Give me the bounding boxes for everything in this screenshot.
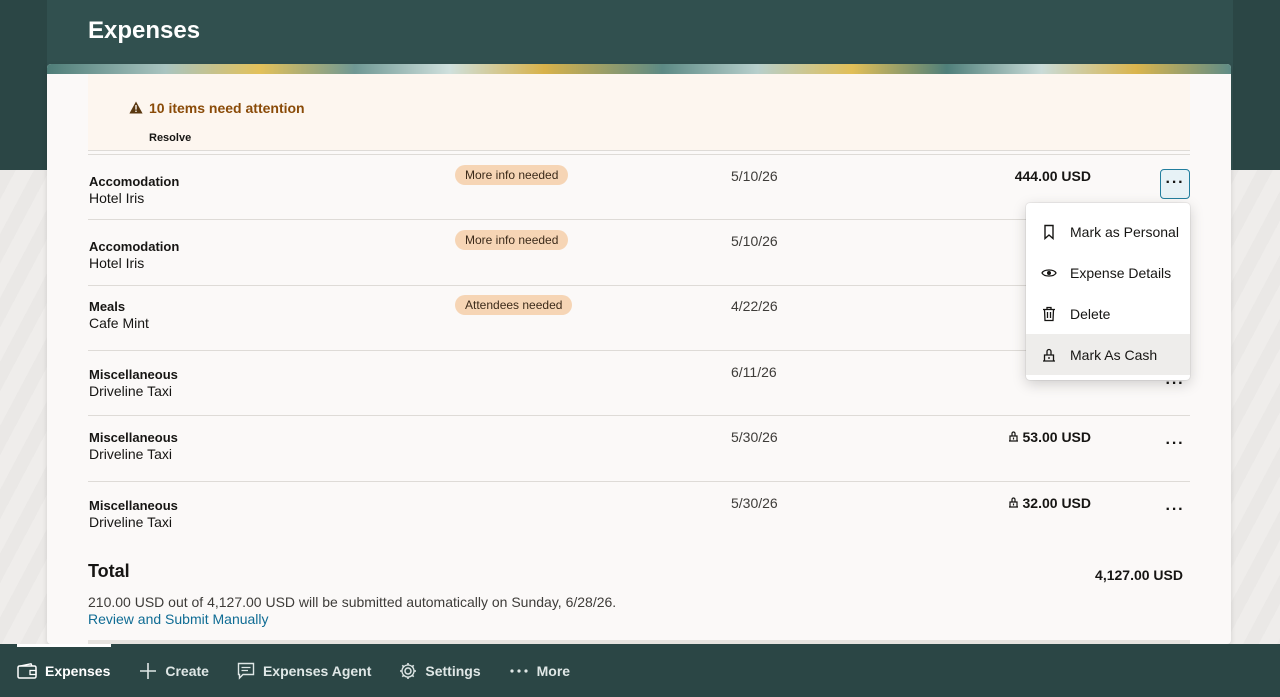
menu-item-delete[interactable]: Delete: [1026, 293, 1190, 334]
status-badge: More info needed: [455, 230, 569, 250]
wallet-icon: [17, 662, 37, 679]
nav-settings[interactable]: Settings: [399, 644, 481, 697]
attention-panel: 10 items need attention Resolve: [88, 74, 1190, 150]
nav-label: Expenses Agent: [262, 662, 372, 679]
expense-amount: 53.00 USD: [1007, 429, 1091, 445]
expense-category: Miscellaneous: [89, 430, 178, 445]
row-actions-button[interactable]: ···: [1160, 169, 1190, 199]
menu-item-label: Mark as Personal: [1070, 223, 1179, 240]
nav-expenses[interactable]: Expenses: [17, 644, 112, 697]
page-title: Expenses: [88, 17, 201, 44]
nav-more[interactable]: More: [509, 644, 570, 697]
nav-create[interactable]: Create: [139, 644, 209, 697]
expense-category: Accomodation: [89, 239, 180, 254]
expense-category: Meals: [89, 299, 126, 314]
expense-merchant: Cafe Mint: [89, 315, 149, 331]
expense-date: 5/30/26: [731, 495, 778, 511]
more-dots-icon: [510, 668, 528, 673]
expense-amount: 444.00 USD: [1015, 168, 1091, 184]
expense-date: 5/10/26: [731, 168, 778, 184]
bookmark-icon: [1044, 224, 1054, 240]
auto-submit-note: 210.00 USD out of 4,127.00 USD will be s…: [88, 594, 617, 610]
resolve-link[interactable]: Resolve: [149, 132, 191, 144]
expense-row[interactable]: Accomodation Hotel Iris More info needed…: [88, 220, 1190, 284]
expense-date: 5/10/26: [731, 233, 778, 249]
expense-row[interactable]: Miscellaneous Driveline Taxi 5/30/26 53.…: [88, 416, 1190, 480]
trash-icon: [1043, 306, 1055, 322]
nav-expenses-agent[interactable]: Expenses Agent: [237, 644, 371, 697]
cash-icon: [1008, 497, 1018, 508]
expense-row[interactable]: Miscellaneous Driveline Taxi 5/30/26 32.…: [88, 482, 1190, 546]
eye-icon: [1041, 269, 1057, 277]
amount-text: 32.00 USD: [1022, 495, 1091, 511]
expense-date: 5/30/26: [731, 429, 778, 445]
row-actions-button[interactable]: ···: [1160, 431, 1190, 461]
menu-item-label: Delete: [1070, 305, 1111, 322]
expense-amount: 32.00 USD: [1007, 495, 1091, 511]
expense-category: Accomodation: [89, 174, 180, 189]
expense-row[interactable]: Miscellaneous Driveline Taxi 6/11/26 1 ·…: [88, 351, 1190, 415]
cash-icon: [1008, 431, 1018, 442]
nav-label: Expenses: [45, 662, 111, 679]
expense-category: Miscellaneous: [89, 367, 178, 382]
card-decorative-banner: [47, 64, 1231, 74]
total-label: Total: [88, 561, 130, 581]
amount-text: 444.00 USD: [1014, 168, 1091, 184]
bottom-navigation: Expenses Create Expenses Agent Settings …: [0, 644, 1280, 697]
header-edge-right: [1233, 0, 1280, 170]
nav-label: More: [536, 662, 571, 679]
amount-text: 53.00 USD: [1022, 429, 1091, 445]
expense-merchant: Driveline Taxi: [89, 514, 172, 530]
nav-label: Create: [165, 662, 209, 679]
row-actions-button[interactable]: ···: [1160, 497, 1190, 527]
row-actions-menu: Mark as Personal Expense Details Delete …: [1026, 203, 1190, 380]
status-badge: More info needed: [455, 165, 569, 185]
menu-item-label: Expense Details: [1070, 264, 1172, 281]
menu-item-label: Mark As Cash: [1070, 346, 1158, 363]
expense-merchant: Driveline Taxi: [89, 383, 172, 399]
expense-category: Miscellaneous: [89, 498, 178, 513]
menu-item-expense-details[interactable]: Expense Details: [1026, 252, 1190, 293]
warning-icon: [129, 101, 143, 114]
expense-merchant: Hotel Iris: [89, 255, 145, 271]
chat-icon: [237, 662, 255, 680]
cash-icon: [1043, 348, 1055, 362]
expense-merchant: Hotel Iris: [89, 190, 145, 206]
menu-item-mark-cash[interactable]: Mark As Cash: [1026, 334, 1190, 375]
status-badge: Attendees needed: [455, 295, 573, 315]
expense-row[interactable]: Meals Cafe Mint Attendees needed 4/22/26…: [88, 286, 1190, 350]
gear-icon: [400, 662, 417, 679]
menu-item-mark-personal[interactable]: Mark as Personal: [1026, 211, 1190, 252]
divider: [88, 150, 1190, 151]
expense-merchant: Driveline Taxi: [89, 446, 172, 462]
expense-date: 4/22/26: [731, 298, 778, 314]
review-submit-link[interactable]: Review and Submit Manually: [88, 611, 269, 627]
header-edge-left: [0, 0, 47, 170]
expense-date: 6/11/26: [731, 364, 777, 380]
plus-icon: [140, 662, 157, 679]
total-amount: 4,127.00 USD: [1095, 567, 1183, 583]
attention-title: 10 items need attention: [149, 100, 305, 116]
expense-row[interactable]: Accomodation Hotel Iris More info needed…: [88, 155, 1190, 219]
nav-label: Settings: [425, 662, 481, 679]
